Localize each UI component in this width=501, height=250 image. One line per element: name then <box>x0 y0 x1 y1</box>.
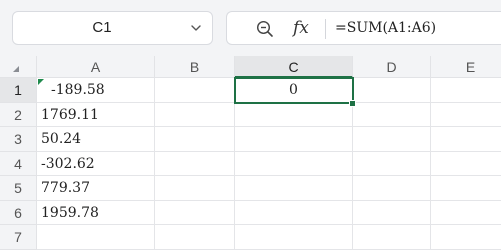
cell-c2[interactable] <box>235 103 353 127</box>
cell-a6[interactable]: 1959.78 <box>37 201 155 225</box>
cell-e6[interactable] <box>431 201 501 225</box>
zoom-out-icon[interactable] <box>256 20 274 38</box>
row-header-4[interactable]: 4 <box>0 152 37 176</box>
cell-c4[interactable] <box>235 152 353 176</box>
error-indicator-icon <box>38 79 44 85</box>
cell-e7[interactable] <box>431 225 501 250</box>
name-box[interactable]: C1 <box>12 11 213 45</box>
cell-c7[interactable] <box>235 225 353 250</box>
column-header-d[interactable]: D <box>353 56 431 78</box>
select-all-corner[interactable] <box>0 56 37 78</box>
name-box-value: C1 <box>92 19 112 36</box>
row-header-6[interactable]: 6 <box>0 201 37 225</box>
cell-a2-value: 1769.11 <box>41 107 99 123</box>
column-header-c[interactable]: C <box>235 56 353 78</box>
row-header-1[interactable]: 1 <box>0 78 37 103</box>
cell-c3[interactable] <box>235 127 353 152</box>
cell-e1[interactable] <box>431 78 501 103</box>
cell-a3-value: 50.24 <box>41 131 82 147</box>
cell-c5[interactable] <box>235 176 353 201</box>
cell-a4[interactable]: -302.62 <box>37 152 155 176</box>
spreadsheet-grid[interactable]: A B C D E 1 2 3 4 5 6 7 -189.58 0 1769.1… <box>0 56 501 250</box>
chevron-down-icon[interactable] <box>189 21 203 35</box>
fx-icon[interactable]: fx <box>293 16 309 40</box>
cell-e3[interactable] <box>431 127 501 152</box>
cell-d3[interactable] <box>353 127 431 152</box>
column-header-e[interactable]: E <box>431 56 501 78</box>
formula-bar[interactable]: fx =SUM(A1:A6) <box>226 11 501 45</box>
cell-d4[interactable] <box>353 152 431 176</box>
toolbar: C1 fx =SUM(A1:A6) <box>0 0 501 56</box>
cell-a2[interactable]: 1769.11 <box>37 103 155 127</box>
row-header-5[interactable]: 5 <box>0 176 37 201</box>
cell-a5-value: 779.37 <box>41 180 90 196</box>
select-all-icon <box>13 66 19 72</box>
cell-d2[interactable] <box>353 103 431 127</box>
cell-c6[interactable] <box>235 201 353 225</box>
cell-e4[interactable] <box>431 152 501 176</box>
formula-input[interactable]: =SUM(A1:A6) <box>335 12 436 44</box>
cell-b4[interactable] <box>155 152 235 176</box>
cell-a6-value: 1959.78 <box>41 205 99 221</box>
cell-d7[interactable] <box>353 225 431 250</box>
cell-a1-value: -189.58 <box>51 82 105 98</box>
cell-d1[interactable] <box>353 78 431 103</box>
cell-d5[interactable] <box>353 176 431 201</box>
active-cell-outline <box>234 77 354 104</box>
cell-a4-value: -302.62 <box>41 156 95 172</box>
column-header-b[interactable]: B <box>155 56 235 78</box>
cell-a5[interactable]: 779.37 <box>37 176 155 201</box>
cell-b3[interactable] <box>155 127 235 152</box>
row-header-7[interactable]: 7 <box>0 225 37 250</box>
formula-bar-divider <box>325 19 326 39</box>
cell-b5[interactable] <box>155 176 235 201</box>
fill-handle[interactable] <box>349 100 356 107</box>
cell-b6[interactable] <box>155 201 235 225</box>
cell-a7[interactable] <box>37 225 155 250</box>
cell-a1[interactable]: -189.58 <box>37 78 155 103</box>
row-header-2[interactable]: 2 <box>0 103 37 127</box>
cell-e2[interactable] <box>431 103 501 127</box>
cell-b1[interactable] <box>155 78 235 103</box>
cell-b7[interactable] <box>155 225 235 250</box>
cell-a3[interactable]: 50.24 <box>37 127 155 152</box>
column-header-a[interactable]: A <box>37 56 155 78</box>
cell-b2[interactable] <box>155 103 235 127</box>
row-header-3[interactable]: 3 <box>0 127 37 152</box>
cell-d6[interactable] <box>353 201 431 225</box>
cell-e5[interactable] <box>431 176 501 201</box>
